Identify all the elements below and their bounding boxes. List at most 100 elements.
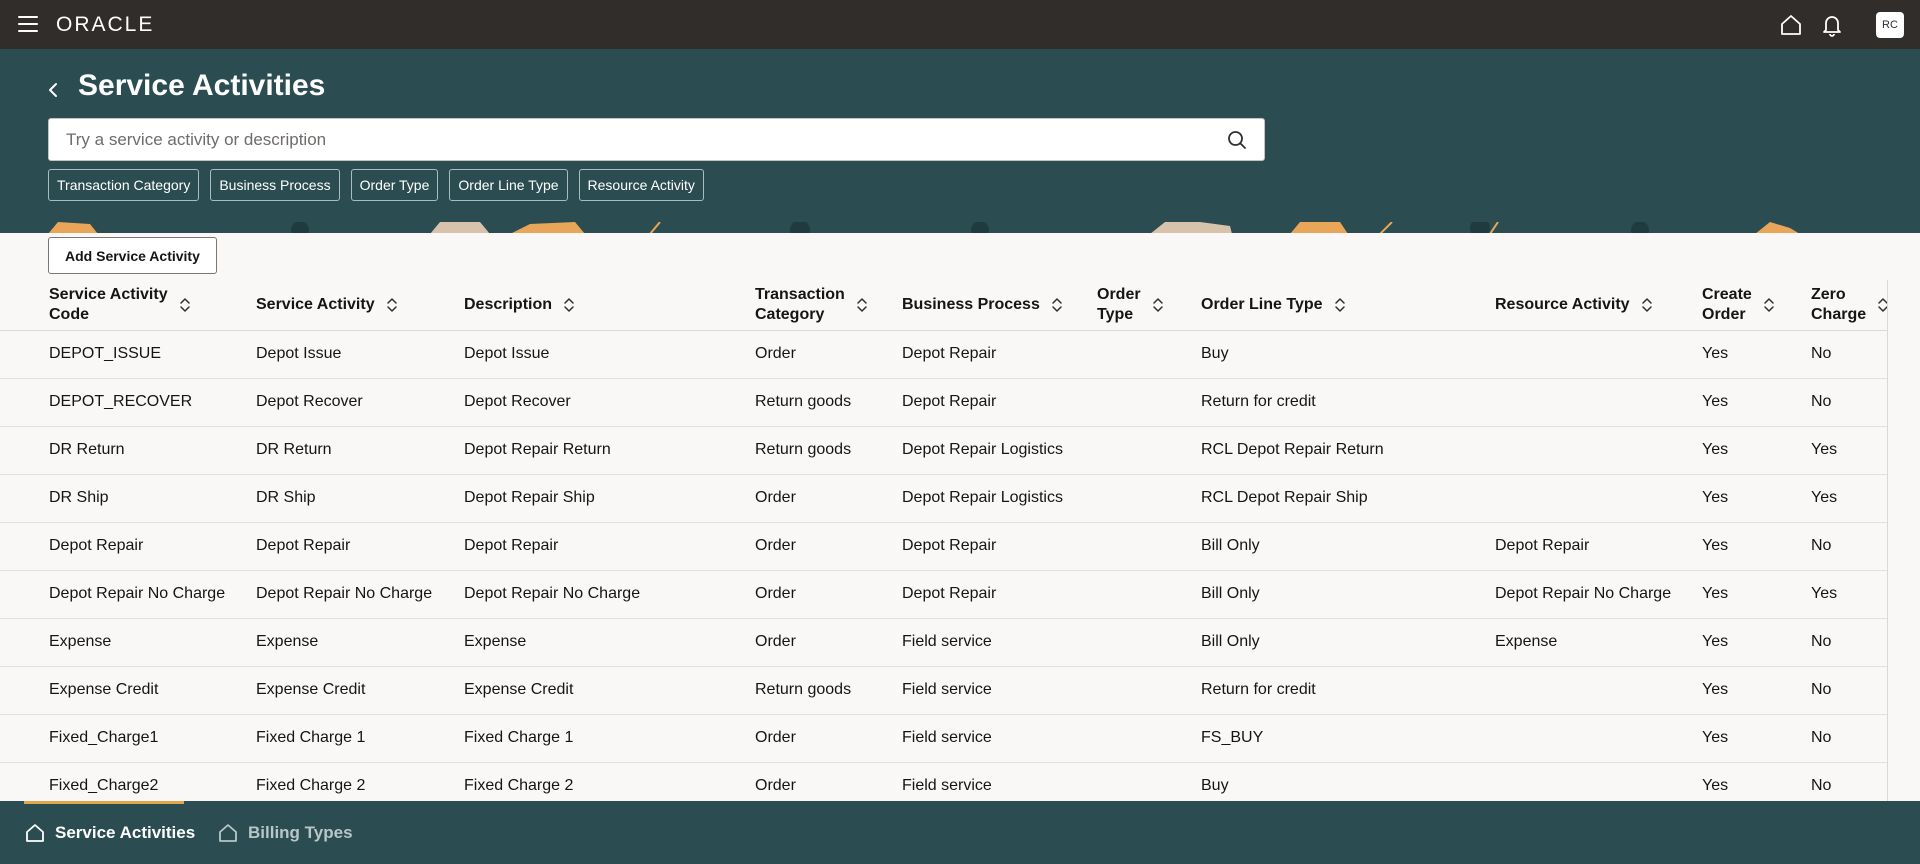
column-header-service-activity[interactable]: Service Activity [256,280,464,331]
table-cell-create-order: Yes [1702,570,1811,619]
back-arrow-icon[interactable] [42,78,66,102]
table-cell-business-process: Field service [902,618,1097,667]
sort-icon[interactable] [1876,296,1888,314]
table-cell-order-type [1097,762,1201,801]
table-cell-business-process: Depot Repair Logistics [902,474,1097,523]
column-header-text: Type [1097,305,1134,323]
column-header-text: Category [755,305,825,323]
oracle-logo[interactable]: ORACLE [56,13,154,37]
table-cell-service-activity-code: DR Ship [0,474,256,523]
column-header-transaction-category[interactable]: Transaction Category [755,280,902,331]
column-header-resource-activity[interactable]: Resource Activity [1495,280,1702,331]
table-row[interactable]: Fixed_Charge2 Fixed Charge 2 Fixed Charge … [0,762,1887,801]
column-header-text: Service Activity [49,285,168,303]
search-input[interactable] [49,119,1219,160]
column-header-create-order[interactable]: Create Order [1702,280,1811,331]
filter-chip-order-type[interactable]: Order Type [350,169,439,201]
table-cell-business-process: Depot Repair [902,522,1097,571]
table-row[interactable]: Depot Repair No Charge Depot Repair No Ch… [0,570,1887,619]
table-cell-service-activity: DR Return [256,426,464,475]
tab-billing-types[interactable]: Billing Types [217,801,353,864]
sort-icon[interactable] [1050,296,1064,314]
table-cell-order-line-type: Return for credit [1201,378,1495,427]
search-icon[interactable] [1226,129,1248,151]
table-row[interactable]: Depot Repair Depot Repair Depot Repair Orde… [0,522,1887,571]
sort-icon[interactable] [178,296,192,314]
column-header-order-type[interactable]: Order Type [1097,280,1201,331]
sort-icon[interactable] [1640,296,1654,314]
column-header-text: Order [1702,305,1746,323]
table-row[interactable]: DR Ship DR Ship Depot Repair Ship Order Depo… [0,474,1887,523]
table-row[interactable]: DEPOT_RECOVER Depot Recover Depot Recover R… [0,378,1887,427]
table-row[interactable]: DR Return DR Return Depot Repair Return Ret… [0,426,1887,475]
sort-icon[interactable] [1333,296,1347,314]
user-avatar[interactable]: RC [1876,12,1904,38]
table-cell-resource-activity: Depot Repair No Charge [1495,570,1702,619]
add-service-activity-button[interactable]: Add Service Activity [48,237,217,274]
menu-icon[interactable] [18,16,38,32]
table-row[interactable]: Expense Credit Expense Credit Expense Cred… [0,666,1887,715]
table-cell-zero-charge: Yes [1811,570,1887,619]
sort-icon[interactable] [1762,296,1776,314]
table-cell-resource-activity [1495,378,1702,427]
table-cell-order-type [1097,570,1201,619]
filter-chip-resource-activity[interactable]: Resource Activity [578,169,704,201]
column-header-text: Order Line Type [1201,295,1323,313]
table-cell-order-type [1097,474,1201,523]
notifications-bell-icon[interactable] [1819,12,1845,38]
page-title: Service Activities [78,69,326,102]
column-header-description[interactable]: Description [464,280,755,331]
table-cell-transaction-category: Order [755,570,902,619]
table-cell-transaction-category: Return goods [755,426,902,475]
table-row[interactable]: Expense Expense Expense Order Field service B… [0,618,1887,667]
column-header-label: Create Order [1702,285,1752,325]
table-cell-zero-charge: No [1811,666,1887,715]
table-cell-order-line-type: Bill Only [1201,618,1495,667]
sort-icon[interactable] [1151,296,1165,314]
table-body: DEPOT_ISSUE Depot Issue Depot Issue Order De… [0,330,1887,801]
table-row[interactable]: DEPOT_ISSUE Depot Issue Depot Issue Order De… [0,330,1887,379]
column-header-text: Code [49,305,89,323]
table-cell-transaction-category: Order [755,618,902,667]
table-cell-order-type [1097,330,1201,379]
column-header-business-process[interactable]: Business Process [902,280,1097,331]
table-cell-transaction-category: Order [755,474,902,523]
filter-chip-order-line-type[interactable]: Order Line Type [449,169,568,201]
sort-icon[interactable] [385,296,399,314]
filter-chip-transaction-category[interactable]: Transaction Category [48,169,200,201]
column-header-order-line-type[interactable]: Order Line Type [1201,280,1495,331]
sort-icon[interactable] [855,296,869,314]
decorative-pattern-band [0,221,1920,233]
table-cell-description: Depot Issue [464,330,755,379]
table-cell-service-activity: DR Ship [256,474,464,523]
column-header-text: Order [1097,285,1141,303]
column-header-label: Resource Activity [1495,295,1630,315]
table-cell-zero-charge: No [1811,522,1887,571]
table-cell-business-process: Field service [902,714,1097,763]
table-cell-service-activity: Expense [256,618,464,667]
table-cell-zero-charge: No [1811,378,1887,427]
table-cell-order-line-type: FS_BUY [1201,714,1495,763]
table-cell-order-type [1097,618,1201,667]
table-cell-service-activity: Fixed Charge 2 [256,762,464,801]
table-cell-service-activity-code: DEPOT_RECOVER [0,378,256,427]
sort-icon[interactable] [562,296,576,314]
filter-chip-business-process[interactable]: Business Process [210,169,340,201]
table-cell-business-process: Depot Repair Logistics [902,426,1097,475]
home-icon[interactable] [1778,12,1804,38]
tab-service-activities[interactable]: Service Activities [24,801,195,864]
column-header-service-activity-code[interactable]: Service Activity Code [0,280,256,331]
table-cell-order-line-type: RCL Depot Repair Return [1201,426,1495,475]
home-icon [26,823,44,842]
table-row[interactable]: Fixed_Charge1 Fixed Charge 1 Fixed Charge … [0,714,1887,763]
column-header-label: Business Process [902,295,1040,315]
tab-label: Billing Types [248,822,353,842]
top-bar: ORACLE RC [0,0,1920,49]
table-cell-order-type [1097,378,1201,427]
column-header-label: Transaction Category [755,285,845,325]
table-cell-order-type [1097,666,1201,715]
column-header-label: Zero Charge [1811,285,1866,325]
table-cell-service-activity-code: Depot Repair [0,522,256,571]
column-header-zero-charge[interactable]: Zero Charge [1811,280,1888,331]
table-cell-order-line-type: Bill Only [1201,522,1495,571]
